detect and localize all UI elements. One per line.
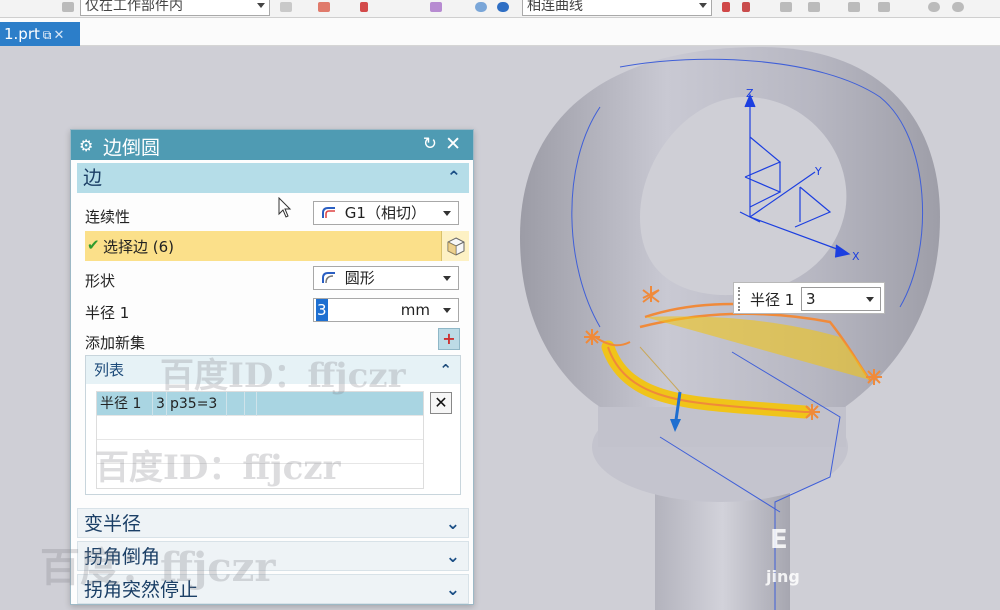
curve-rule-combo[interactable]: 相连曲线	[522, 0, 712, 16]
gear-icon[interactable]: ⚙	[79, 136, 93, 155]
axis-y-label: Y	[814, 165, 822, 178]
radius-widget-combo[interactable]: 3	[801, 287, 881, 311]
dialog-title: 边倒圆	[103, 137, 161, 159]
axis-x-label: X	[852, 250, 860, 263]
section-edge-title: 边	[83, 167, 103, 189]
list-title: 列表	[94, 361, 125, 379]
close-icon[interactable]: ✕	[445, 133, 461, 155]
section-edge-header[interactable]: 边 ⌃	[77, 163, 469, 193]
tab-file-label: 1.prt	[4, 25, 40, 43]
chevron-down-icon[interactable]: ⌄	[446, 542, 460, 572]
shape-value: 圆形	[344, 269, 375, 287]
close-icon[interactable]: ✕	[53, 24, 64, 48]
axis-z-label: Z	[746, 87, 754, 100]
continuity-value: G1（相切）	[344, 204, 426, 222]
radius-label: 半径 1	[85, 304, 130, 322]
chevron-down-icon[interactable]: ⌄	[446, 509, 460, 539]
radius-value: 3	[316, 299, 328, 321]
curve-rule-value: 相连曲线	[527, 0, 583, 14]
chevron-up-icon[interactable]: ⌃	[439, 356, 452, 384]
chevron-down-icon	[866, 297, 874, 302]
watermark-corner-text: jing	[766, 567, 800, 586]
chevron-down-icon	[443, 276, 451, 281]
chevron-down-icon[interactable]: ⌄	[446, 575, 460, 605]
shape-select[interactable]: 圆形	[313, 266, 459, 290]
chevron-down-icon	[699, 3, 707, 8]
grid-icon[interactable]	[430, 2, 442, 12]
globe-icon[interactable]	[475, 2, 487, 12]
radius-input[interactable]: 3 mm	[313, 298, 459, 322]
shape-label: 形状	[85, 272, 116, 290]
point-icon[interactable]	[318, 2, 330, 12]
continuity-icon	[322, 203, 336, 218]
toolbar-arrow-icon[interactable]	[62, 2, 74, 12]
radius-unit: mm	[400, 301, 430, 319]
delete-icon[interactable]: ✕	[430, 392, 452, 414]
watermark-text: 百度ID：ffjczr	[160, 356, 406, 396]
add-set-icon[interactable]: +	[438, 328, 460, 350]
stop-icon[interactable]	[722, 2, 730, 12]
tab-file[interactable]: 1.prt ⧉ ✕	[0, 22, 80, 46]
pin-icon[interactable]: ⧉	[43, 23, 52, 47]
radius-widget-label: 半径 1	[750, 291, 795, 309]
mouse-pointer-icon	[278, 197, 292, 218]
select-edge-label: 选择边 (6)	[103, 238, 175, 256]
sphere-icon[interactable]	[497, 2, 509, 12]
watermark-text: 百度：ffjczr	[40, 544, 276, 591]
radius-onscreen-input[interactable]: 半径 1 3	[733, 282, 885, 314]
reset-icon[interactable]: ↻	[423, 134, 437, 154]
section-variable-radius[interactable]: 变半径 ⌄	[77, 508, 469, 538]
continuity-select[interactable]: G1（相切）	[313, 201, 459, 225]
table-row[interactable]	[97, 416, 423, 440]
watermark-logo: E	[770, 525, 788, 555]
chevron-up-icon[interactable]: ⌃	[447, 163, 461, 193]
cube-icon[interactable]	[441, 231, 469, 261]
top-toolbar: 仅在工作部件内 相连曲线	[0, 0, 1000, 18]
selection-filter-combo[interactable]: 仅在工作部件内	[80, 0, 270, 16]
select-edge-row[interactable]: ✔ 选择边 (6)	[85, 231, 469, 261]
continuity-label: 连续性	[85, 208, 131, 226]
round-shape-icon	[322, 268, 336, 284]
watermark-text: 百度ID：ffjczr	[95, 448, 341, 488]
drag-grip-icon[interactable]	[738, 287, 742, 311]
check-icon: ✔	[87, 236, 100, 254]
tab-strip: 1.prt ⧉ ✕	[0, 18, 1000, 46]
cross-icon[interactable]	[360, 2, 368, 12]
dialog-title-bar[interactable]: ⚙ 边倒圆 ↻ ✕	[71, 130, 473, 160]
section-variable-radius-title: 变半径	[84, 513, 142, 535]
chevron-down-icon	[443, 211, 451, 216]
arc-tool-icon[interactable]	[848, 2, 860, 12]
add-set-label: 添加新集	[85, 334, 146, 352]
row-name: 半径 1	[97, 392, 153, 416]
selection-filter-value: 仅在工作部件内	[85, 0, 183, 14]
snap-icon[interactable]	[280, 2, 292, 12]
line-tool-icon[interactable]	[808, 2, 820, 12]
radius-widget-value: 3	[806, 290, 816, 308]
curve-tool-icon[interactable]	[780, 2, 792, 12]
center-tool-icon[interactable]	[952, 2, 964, 12]
chevron-down-icon	[443, 308, 451, 313]
plus-icon[interactable]	[742, 2, 750, 12]
circle-tool-icon[interactable]	[928, 2, 940, 12]
chevron-down-icon	[257, 3, 265, 8]
spline-tool-icon[interactable]	[878, 2, 890, 12]
